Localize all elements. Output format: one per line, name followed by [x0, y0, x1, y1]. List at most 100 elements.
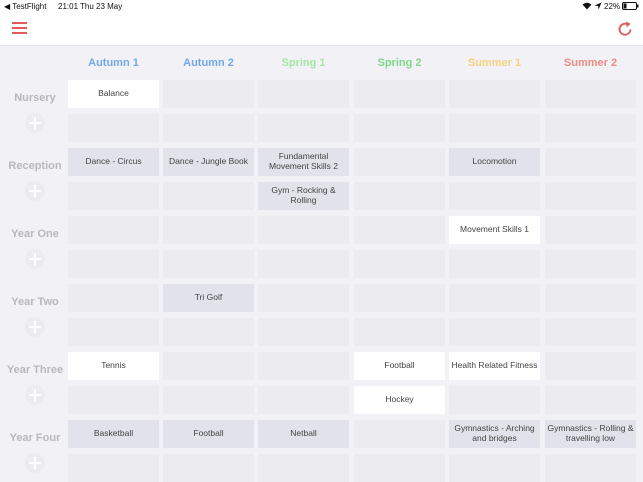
empty-cell	[449, 250, 540, 278]
activity-cell[interactable]: Movement Skills 1	[449, 216, 540, 244]
empty-cell	[258, 284, 349, 312]
add-activity-button[interactable]	[25, 181, 45, 201]
column-header-spring-1: Spring 1	[281, 57, 326, 69]
empty-cell	[163, 386, 254, 414]
empty-cell	[163, 216, 254, 244]
empty-cell	[354, 148, 445, 176]
activity-cell[interactable]: Fundamental Movement Skills 2	[258, 148, 349, 176]
empty-cell	[163, 318, 254, 346]
battery-icon	[622, 2, 639, 12]
column-header-summer-1: Summer 1	[467, 57, 522, 69]
empty-cell	[354, 318, 445, 346]
row-label-year-four: Year Four	[9, 432, 61, 444]
activity-cell[interactable]: Balance	[68, 80, 159, 108]
status-date: Thu 23 May	[80, 2, 123, 11]
wifi-icon	[582, 2, 592, 12]
empty-cell	[68, 250, 159, 278]
column-header-autumn-2: Autumn 2	[183, 57, 234, 69]
location-icon	[594, 2, 602, 12]
activity-cell[interactable]: Gymnastics - Rolling & travelling low	[545, 420, 636, 448]
row-label-year-three: Year Three	[6, 364, 64, 376]
status-time: 21:01	[58, 2, 79, 11]
empty-cell	[68, 454, 159, 482]
column-header-summer-2: Summer 2	[563, 57, 618, 69]
activity-cell[interactable]: Football	[163, 420, 254, 448]
row-label-reception: Reception	[8, 160, 62, 172]
empty-cell	[545, 386, 636, 414]
menu-icon[interactable]	[12, 22, 28, 34]
activity-cell[interactable]: Hockey	[354, 386, 445, 414]
empty-cell	[258, 454, 349, 482]
activity-cell[interactable]: Health Related Fitness	[449, 352, 540, 380]
empty-cell	[258, 216, 349, 244]
add-activity-button[interactable]	[25, 113, 45, 133]
empty-cell	[68, 386, 159, 414]
empty-cell	[68, 284, 159, 312]
empty-cell	[163, 80, 254, 108]
empty-cell	[545, 80, 636, 108]
empty-cell	[545, 182, 636, 210]
empty-cell	[545, 318, 636, 346]
empty-cell	[449, 284, 540, 312]
empty-cell	[545, 114, 636, 142]
empty-cell	[545, 454, 636, 482]
empty-cell	[449, 114, 540, 142]
empty-cell	[354, 454, 445, 482]
empty-cell	[354, 284, 445, 312]
activity-cell[interactable]: Netball	[258, 420, 349, 448]
empty-cell	[545, 250, 636, 278]
activity-cell[interactable]: Football	[354, 352, 445, 380]
activity-cell[interactable]: Tennis	[68, 352, 159, 380]
empty-cell	[354, 80, 445, 108]
empty-cell	[449, 182, 540, 210]
row-label-year-one: Year One	[11, 228, 59, 240]
empty-cell	[163, 250, 254, 278]
empty-cell	[258, 250, 349, 278]
empty-cell	[258, 318, 349, 346]
refresh-icon[interactable]	[615, 19, 635, 39]
empty-cell	[258, 386, 349, 414]
empty-cell	[163, 182, 254, 210]
empty-cell	[545, 216, 636, 244]
empty-cell	[354, 114, 445, 142]
empty-cell	[163, 454, 254, 482]
row-label-year-two: Year Two	[11, 296, 59, 308]
empty-cell	[68, 216, 159, 244]
empty-cell	[449, 80, 540, 108]
empty-cell	[163, 352, 254, 380]
battery-percent: 22%	[604, 2, 621, 11]
empty-cell	[545, 352, 636, 380]
row-label-nursery: Nursery	[14, 92, 56, 104]
activity-cell[interactable]: Locomotion	[449, 148, 540, 176]
activity-cell[interactable]: Basketball	[68, 420, 159, 448]
empty-cell	[545, 148, 636, 176]
activity-cell[interactable]: Gymnastics - Arching and bridges	[449, 420, 540, 448]
empty-cell	[354, 182, 445, 210]
empty-cell	[545, 284, 636, 312]
empty-cell	[354, 420, 445, 448]
empty-cell	[258, 114, 349, 142]
empty-cell	[354, 250, 445, 278]
empty-cell	[449, 386, 540, 414]
column-header-spring-2: Spring 2	[377, 57, 422, 69]
activity-cell[interactable]: Dance - Circus	[68, 148, 159, 176]
empty-cell	[449, 454, 540, 482]
activity-cell[interactable]: Gym - Rocking & Rolling	[258, 182, 349, 210]
add-activity-button[interactable]	[25, 317, 45, 337]
column-header-autumn-1: Autumn 1	[88, 57, 139, 69]
curriculum-grid: Autumn 1 Autumn 2 Spring 1 Spring 2 Summer 1…	[0, 46, 643, 482]
add-activity-button[interactable]	[25, 249, 45, 269]
empty-cell	[258, 352, 349, 380]
add-activity-button[interactable]	[25, 453, 45, 473]
empty-cell	[354, 216, 445, 244]
add-activity-button[interactable]	[25, 385, 45, 405]
empty-cell	[68, 114, 159, 142]
navigation-bar	[0, 13, 643, 46]
empty-cell	[258, 80, 349, 108]
empty-cell	[163, 114, 254, 142]
activity-cell[interactable]: Dance - Jungle Book	[163, 148, 254, 176]
empty-cell	[68, 182, 159, 210]
activity-cell[interactable]: Tri Golf	[163, 284, 254, 312]
empty-cell	[449, 318, 540, 346]
back-to-app-link[interactable]: ◀ TestFlight	[4, 2, 46, 11]
